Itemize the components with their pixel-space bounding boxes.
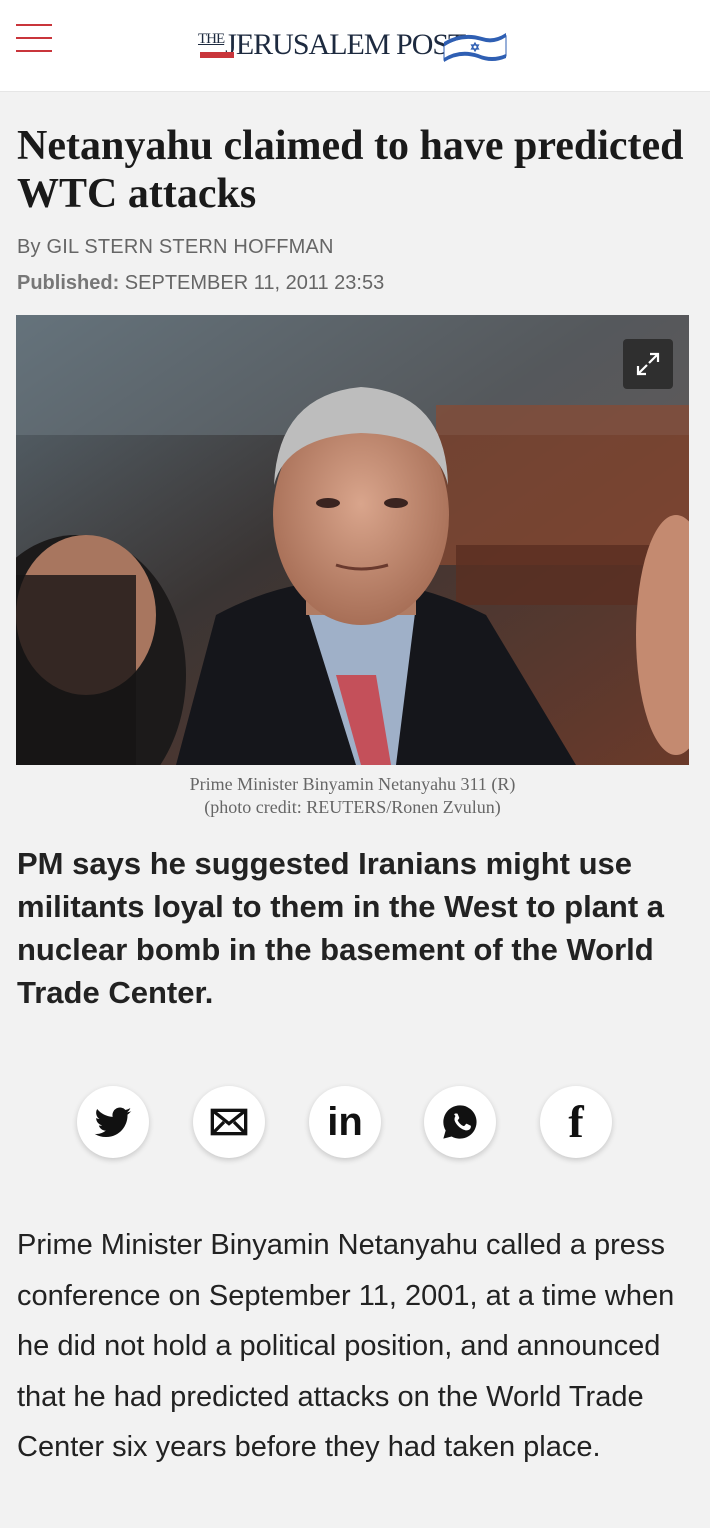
whatsapp-icon bbox=[443, 1105, 477, 1139]
share-whatsapp-button[interactable] bbox=[424, 1086, 496, 1158]
share-linkedin-button[interactable]: in bbox=[309, 1086, 381, 1158]
menu-icon-line bbox=[16, 37, 52, 39]
logo-name: JERUSALEM POST bbox=[225, 28, 466, 61]
article-published: Published: SEPTEMBER 11, 2011 23:53 bbox=[17, 272, 384, 295]
facebook-icon: f bbox=[568, 1096, 584, 1147]
share-facebook-button[interactable]: f bbox=[540, 1086, 612, 1158]
caption-line-2: (photo credit: REUTERS/Ronen Zvulun) bbox=[204, 797, 501, 817]
article-headline: Netanyahu claimed to have predicted WTC … bbox=[17, 123, 684, 217]
share-twitter-button[interactable] bbox=[77, 1086, 149, 1158]
photo-caption: Prime Minister Binyamin Netanyahu 311 (R… bbox=[16, 773, 689, 819]
logo-red-bar bbox=[200, 52, 234, 58]
menu-icon[interactable] bbox=[16, 22, 54, 56]
article-byline[interactable]: By GIL STERN STERN HOFFMAN bbox=[17, 236, 334, 259]
share-email-button[interactable] bbox=[193, 1086, 265, 1158]
logo-wordmark: THEJERUSALEM POST bbox=[198, 28, 466, 62]
photo-illustration bbox=[16, 315, 689, 765]
published-label: Published: bbox=[17, 272, 120, 294]
expand-image-button[interactable] bbox=[623, 339, 673, 389]
israel-flag-icon bbox=[443, 33, 507, 62]
published-date: SEPTEMBER 11, 2011 23:53 bbox=[124, 272, 385, 294]
expand-icon bbox=[636, 352, 660, 376]
logo-the: THE bbox=[198, 31, 225, 47]
linkedin-icon: in bbox=[327, 1100, 363, 1144]
article-body-paragraph: Prime Minister Binyamin Netanyahu called… bbox=[17, 1229, 675, 1463]
site-logo[interactable]: THEJERUSALEM POST bbox=[198, 26, 514, 72]
article-photo[interactable] bbox=[16, 315, 689, 765]
email-icon bbox=[210, 1108, 248, 1136]
top-bar: THEJERUSALEM POST bbox=[0, 0, 710, 92]
twitter-icon bbox=[94, 1107, 132, 1138]
share-bar: in f bbox=[0, 1086, 710, 1160]
menu-icon-line bbox=[16, 24, 52, 26]
caption-line-1: Prime Minister Binyamin Netanyahu 311 (R… bbox=[189, 774, 516, 794]
menu-icon-line bbox=[16, 50, 52, 52]
article-subheadline: PM says he suggested Iranians might use … bbox=[17, 846, 665, 1010]
